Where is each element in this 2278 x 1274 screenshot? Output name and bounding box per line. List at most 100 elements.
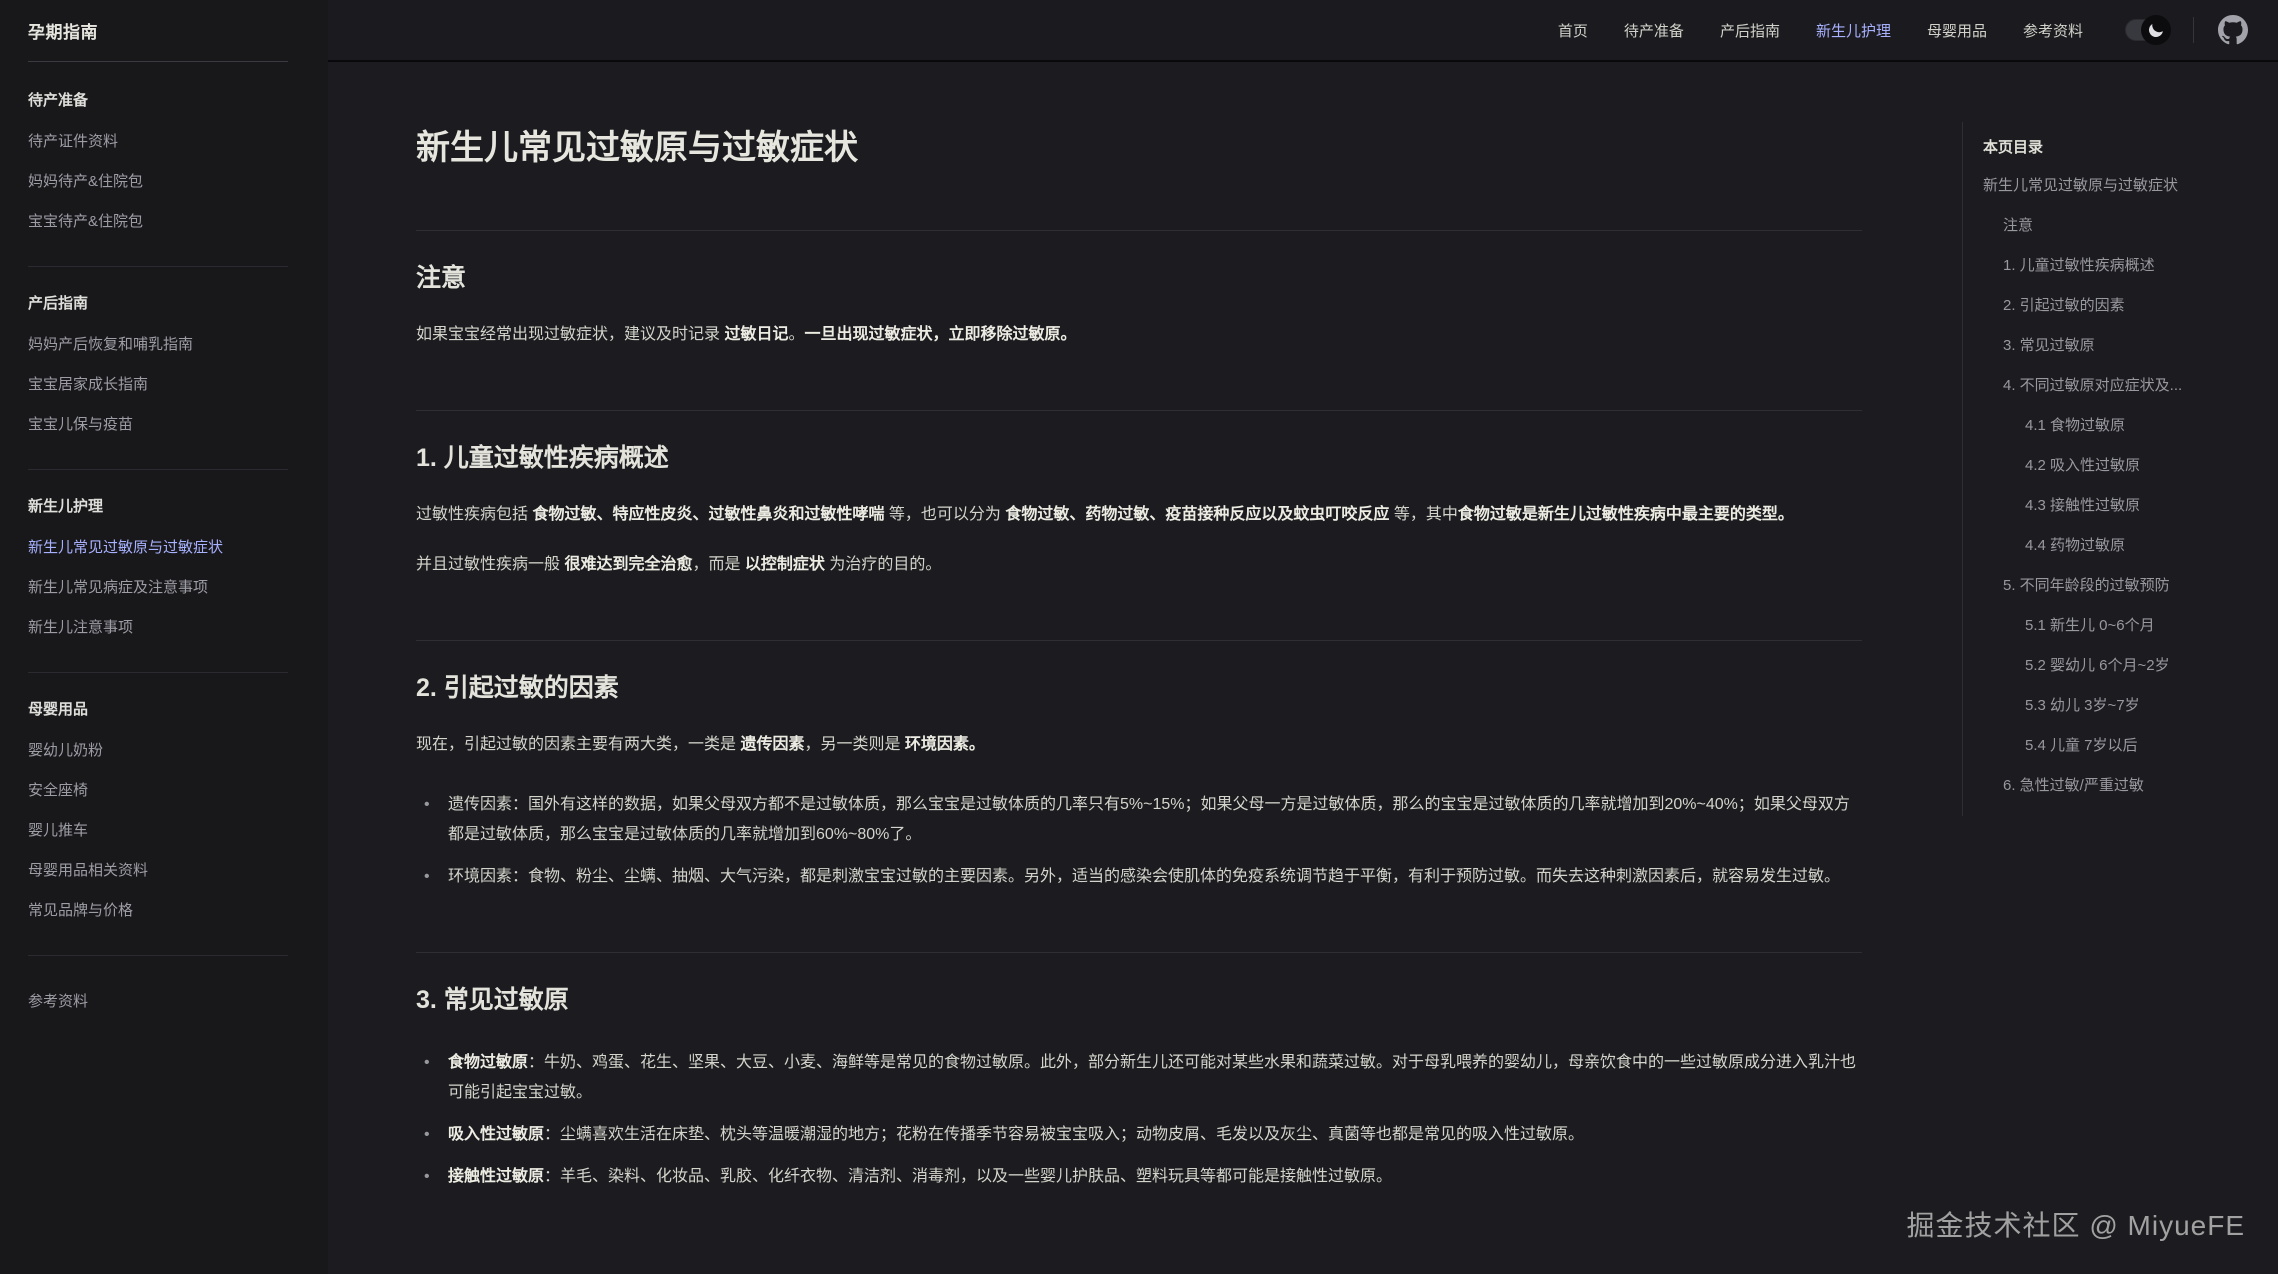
nav-link[interactable]: 参考资料 (2023, 20, 2083, 41)
sidebar-item[interactable]: 常见品牌与价格 (28, 891, 288, 931)
bullet-item: 食物过敏原：牛奶、鸡蛋、花生、坚果、大豆、小麦、海鲜等是常见的食物过敏原。此外，… (416, 1048, 1862, 1108)
bullet-item: 接触性过敏原：羊毛、染料、化妆品、乳胶、化纤衣物、清洁剂、消毒剂，以及一些婴儿护… (416, 1162, 1862, 1192)
section-heading: 1. 儿童过敏性疾病概述 (416, 410, 1862, 476)
nav-links: 首页 待产准备 产后指南 新生儿护理 母婴用品 参考资料 (1558, 20, 2083, 41)
sidebar-item[interactable]: 婴儿推车 (28, 811, 288, 851)
sidebar: 孕期指南 待产准备 待产证件资料妈妈待产&住院包宝宝待产&住院包 产后指南 妈妈… (0, 0, 328, 1274)
toc-item[interactable]: 6. 急性过敏/严重过敏 (1983, 766, 2268, 806)
github-icon[interactable] (2218, 15, 2248, 45)
sidebar-item[interactable]: 宝宝居家成长指南 (28, 365, 288, 405)
toc-item[interactable]: 4.2 吸入性过敏原 (1983, 446, 2268, 486)
section-blocks: 食物过敏原：牛奶、鸡蛋、花生、坚果、大豆、小麦、海鲜等是常见的食物过敏原。此外，… (416, 1048, 1862, 1192)
bold-text: 以控制症状 (745, 556, 825, 573)
nav-link[interactable]: 母婴用品 (1927, 20, 1987, 41)
doc-content: 新生儿常见过敏原与过敏症状 注意 如果宝宝经常出现过敏症状，建议及时记录 过敏日… (328, 62, 1962, 1274)
section-heading: 注意 (416, 230, 1862, 296)
bold-text: 食物过敏、药物过敏、疫苗接种反应以及蚊虫叮咬反应 (1005, 506, 1389, 523)
sidebar-group: 待产准备 待产证件资料妈妈待产&住院包宝宝待产&住院包 (28, 90, 288, 267)
bold-text: 接触性过敏原 (448, 1168, 544, 1185)
toc-item[interactable]: 4.1 食物过敏原 (1983, 406, 2268, 446)
toc-item[interactable]: 1. 儿童过敏性疾病概述 (1983, 246, 2268, 286)
toc-item[interactable]: 2. 引起过敏的因素 (1983, 286, 2268, 326)
toc-item[interactable]: 4. 不同过敏原对应症状及... (1983, 366, 2268, 406)
sidebar-item[interactable]: 待产证件资料 (28, 122, 288, 162)
sidebar-group: 新生儿护理 新生儿常见过敏原与过敏症状新生儿常见病症及注意事项新生儿注意事项 (28, 496, 288, 673)
navbar-divider (2193, 17, 2194, 43)
bullet-item: 吸入性过敏原：尘螨喜欢生活在床垫、枕头等温暖潮湿的地方；花粉在传播季节容易被宝宝… (416, 1120, 1862, 1150)
toc-item[interactable]: 5. 不同年龄段的过敏预防 (1983, 566, 2268, 606)
sidebar-item[interactable]: 母婴用品相关资料 (28, 851, 288, 891)
nav-link[interactable]: 产后指南 (1720, 20, 1780, 41)
sidebar-item[interactable]: 宝宝待产&住院包 (28, 202, 288, 242)
article-section: 1. 儿童过敏性疾病概述 过敏性疾病包括 食物过敏、特应性皮炎、过敏性鼻炎和过敏… (416, 410, 1862, 580)
bullet-item: 遗传因素：国外有这样的数据，如果父母双方都不是过敏体质，那么宝宝是过敏体质的几率… (416, 790, 1862, 850)
sidebar-item[interactable]: 妈妈待产&住院包 (28, 162, 288, 202)
nav-link[interactable]: 待产准备 (1624, 20, 1684, 41)
section-blocks: 过敏性疾病包括 食物过敏、特应性皮炎、过敏性鼻炎和过敏性哮喘 等，也可以分为 食… (416, 500, 1862, 580)
sidebar-group: 参考资料 (28, 982, 288, 1046)
section-heading: 3. 常见过敏原 (416, 952, 1862, 1018)
bold-text: 食物过敏是新生儿过敏性疾病中最主要的类型。 (1458, 506, 1794, 523)
nav-link[interactable]: 首页 (1558, 20, 1588, 41)
article-section: 2. 引起过敏的因素 现在，引起过敏的因素主要有两大类，一类是 遗传因素，另一类… (416, 640, 1862, 892)
sidebar-item[interactable]: 妈妈产后恢复和哺乳指南 (28, 325, 288, 365)
sidebar-item[interactable]: 参考资料 (28, 982, 288, 1022)
sidebar-group-title: 母婴用品 (28, 699, 288, 721)
bold-text: 食物过敏原 (448, 1054, 528, 1071)
article-paragraph: 现在，引起过敏的因素主要有两大类，一类是 遗传因素，另一类则是 环境因素。 (416, 730, 1862, 760)
sidebar-group-title: 待产准备 (28, 90, 288, 112)
sidebar-item[interactable]: 婴幼儿奶粉 (28, 731, 288, 771)
site-title[interactable]: 孕期指南 (28, 18, 98, 43)
bold-text: 环境因素。 (905, 736, 985, 753)
sidebar-group-title: 新生儿护理 (28, 496, 288, 518)
outline-aside: 本页目录 新生儿常见过敏原与过敏症状注意1. 儿童过敏性疾病概述2. 引起过敏的… (1962, 62, 2278, 1274)
toc-item[interactable]: 5.3 幼儿 3岁~7岁 (1983, 686, 2268, 726)
bullet-list: 遗传因素：国外有这样的数据，如果父母双方都不是过敏体质，那么宝宝是过敏体质的几率… (416, 790, 1862, 892)
sidebar-group: 产后指南 妈妈产后恢复和哺乳指南宝宝居家成长指南宝宝儿保与疫苗 (28, 293, 288, 470)
toc-item[interactable]: 5.1 新生儿 0~6个月 (1983, 606, 2268, 646)
sidebar-item[interactable]: 安全座椅 (28, 771, 288, 811)
bold-text: 食物过敏、特应性皮炎、过敏性鼻炎和过敏性哮喘 (532, 506, 884, 523)
toc-item[interactable]: 4.3 接触性过敏原 (1983, 486, 2268, 526)
theme-toggle[interactable] (2125, 19, 2169, 41)
article-paragraph: 过敏性疾病包括 食物过敏、特应性皮炎、过敏性鼻炎和过敏性哮喘 等，也可以分为 食… (416, 500, 1862, 530)
bold-text: 过敏日记 (724, 326, 788, 343)
bullet-list: 食物过敏原：牛奶、鸡蛋、花生、坚果、大豆、小麦、海鲜等是常见的食物过敏原。此外，… (416, 1048, 1862, 1192)
nav-link[interactable]: 新生儿护理 (1816, 20, 1891, 41)
bold-text: 一旦出现过敏症状，立即移除过敏原。 (804, 326, 1076, 343)
section-heading: 2. 引起过敏的因素 (416, 640, 1862, 706)
toc-item[interactable]: 4.4 药物过敏原 (1983, 526, 2268, 566)
sidebar-group-title: 产后指南 (28, 293, 288, 315)
sidebar-header: 孕期指南 (28, 0, 288, 62)
sidebar-item[interactable]: 宝宝儿保与疫苗 (28, 405, 288, 445)
toc-item[interactable]: 3. 常见过敏原 (1983, 326, 2268, 366)
toc-item[interactable]: 5.2 婴幼儿 6个月~2岁 (1983, 646, 2268, 686)
main-column: 首页 待产准备 产后指南 新生儿护理 母婴用品 参考资料 新生儿常见过敏原与过敏症状 注意… (328, 0, 2278, 1274)
watermark: 掘金技术社区 @ MiyueFE (1907, 1204, 2245, 1244)
sidebar-group: 母婴用品 婴幼儿奶粉安全座椅婴儿推车母婴用品相关资料常见品牌与价格 (28, 699, 288, 956)
article-section: 注意 如果宝宝经常出现过敏症状，建议及时记录 过敏日记。一旦出现过敏症状，立即移… (416, 230, 1862, 350)
theme-toggle-knob (2141, 15, 2171, 45)
section-blocks: 现在，引起过敏的因素主要有两大类，一类是 遗传因素，另一类则是 环境因素。遗传因… (416, 730, 1862, 892)
toc-title: 本页目录 (1983, 136, 2268, 160)
toc: 本页目录 新生儿常见过敏原与过敏症状注意1. 儿童过敏性疾病概述2. 引起过敏的… (1962, 122, 2278, 816)
moon-icon (2147, 21, 2166, 40)
sidebar-nav: 待产准备 待产证件资料妈妈待产&住院包宝宝待产&住院包 产后指南 妈妈产后恢复和… (28, 62, 288, 1046)
toc-item[interactable]: 5.4 儿童 7岁以后 (1983, 726, 2268, 766)
article-sections: 注意 如果宝宝经常出现过敏症状，建议及时记录 过敏日记。一旦出现过敏症状，立即移… (416, 230, 1862, 1192)
bullet-item: 环境因素：食物、粉尘、尘螨、抽烟、大气污染，都是刺激宝宝过敏的主要因素。另外，适… (416, 862, 1862, 892)
page-title: 新生儿常见过敏原与过敏症状 (416, 126, 1862, 170)
toc-item[interactable]: 注意 (1983, 206, 2268, 246)
bold-text: 遗传因素 (740, 736, 804, 753)
section-blocks: 如果宝宝经常出现过敏症状，建议及时记录 过敏日记。一旦出现过敏症状，立即移除过敏… (416, 320, 1862, 350)
article-paragraph: 并且过敏性疾病一般 很难达到完全治愈，而是 以控制症状 为治疗的目的。 (416, 550, 1862, 580)
page-layout: 新生儿常见过敏原与过敏症状 注意 如果宝宝经常出现过敏症状，建议及时记录 过敏日… (328, 62, 2278, 1274)
article-paragraph: 如果宝宝经常出现过敏症状，建议及时记录 过敏日记。一旦出现过敏症状，立即移除过敏… (416, 320, 1862, 350)
navbar: 首页 待产准备 产后指南 新生儿护理 母婴用品 参考资料 (328, 0, 2278, 62)
sidebar-item[interactable]: 新生儿常见病症及注意事项 (28, 568, 288, 608)
sidebar-item[interactable]: 新生儿常见过敏原与过敏症状 (28, 528, 288, 568)
bold-text: 很难达到完全治愈 (564, 556, 692, 573)
bold-text: 吸入性过敏原 (448, 1126, 544, 1143)
sidebar-item[interactable]: 新生儿注意事项 (28, 608, 288, 648)
toc-item[interactable]: 新生儿常见过敏原与过敏症状 (1983, 166, 2268, 206)
